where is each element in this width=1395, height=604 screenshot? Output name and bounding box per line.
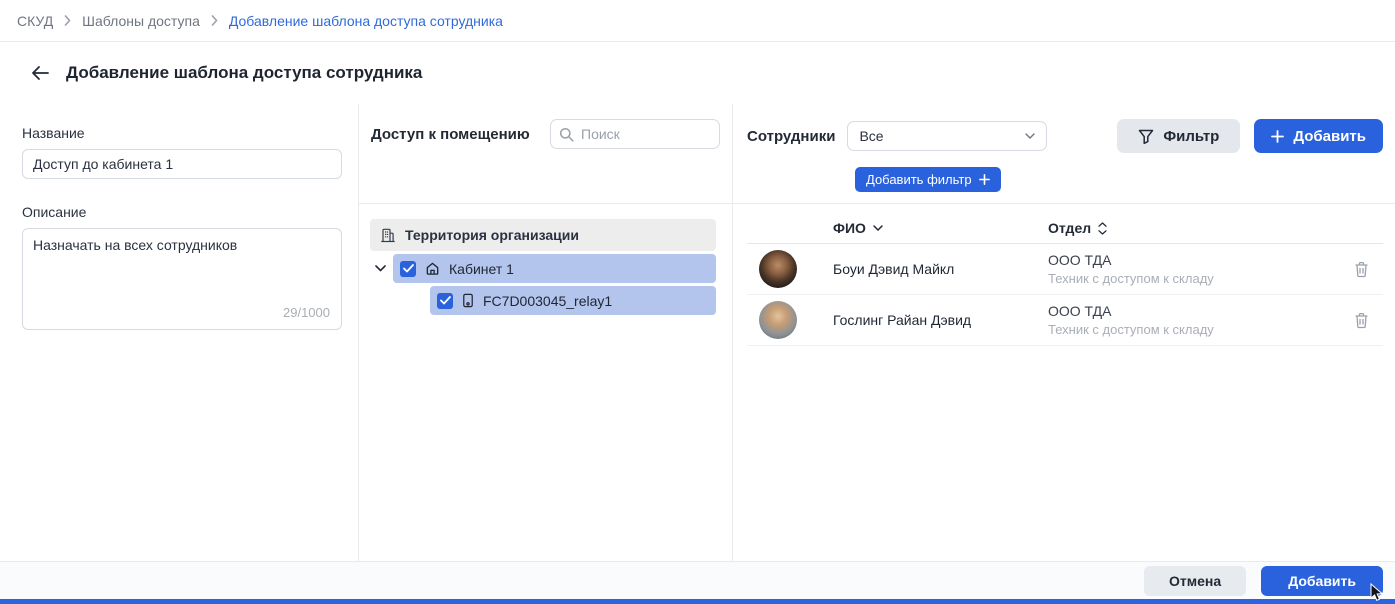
column-header-department[interactable]: Отдел [1048,220,1339,236]
room-search [550,119,720,149]
plus-icon [1271,130,1284,143]
employee-row[interactable]: Гослинг Райан Дэвид ООО ТДА Техник с дос… [747,295,1383,346]
column-header-name[interactable]: ФИО [833,220,1048,236]
avatar [759,301,797,339]
arrow-left-icon [31,65,49,81]
chevron-right-icon [211,15,218,26]
filter-button[interactable]: Фильтр [1117,119,1240,153]
employees-header: Сотрудники Все Фильтр [733,104,1395,204]
footer-actions: Отмена Добавить [0,561,1395,599]
device-icon [462,293,474,308]
search-icon [559,127,574,142]
tree-root-territory[interactable]: Территория организации [370,219,716,251]
employees-filter-select[interactable]: Все [847,121,1047,151]
room-tree: Территория организации [359,204,732,315]
add-employee-button[interactable]: Добавить [1254,119,1383,153]
tree-node-label: FC7D003045_relay1 [483,293,612,309]
filter-button-label: Фильтр [1163,128,1219,145]
employee-position: Техник с доступом к складу [1048,322,1339,337]
delete-employee-button[interactable] [1339,312,1383,329]
description-label: Описание [22,204,342,220]
breadcrumb-item-current: Добавление шаблона доступа сотрудника [229,13,503,29]
name-input[interactable] [22,149,342,179]
template-form-panel: Название Описание Назначать на всех сотр… [0,104,358,561]
home-icon [425,261,440,276]
chevron-down-icon [1025,133,1035,139]
name-label: Название [22,125,342,141]
tree-row: Кабинет 1 [370,254,716,283]
page-title: Добавление шаблона доступа сотрудника [66,63,422,83]
sort-down-icon [873,225,883,231]
breadcrumb-item-skud[interactable]: СКУД [17,13,53,29]
back-button[interactable] [29,63,51,83]
employee-name: Боуи Дэвид Майкл [833,261,1048,277]
chevron-down-icon [375,265,386,272]
employees-table: ФИО Отдел Боуи Дэвид М [733,204,1395,346]
employees-table-header: ФИО Отдел [747,213,1383,244]
room-access-header: Доступ к помещению [359,104,732,204]
employee-department: ООО ТДА Техник с доступом к складу [1048,303,1339,337]
device-checkbox[interactable] [437,293,453,309]
employee-organization: ООО ТДА [1048,303,1339,319]
employee-row[interactable]: Боуи Дэвид Майкл ООО ТДА Техник с доступ… [747,244,1383,295]
add-filter-button-label: Добавить фильтр [866,172,972,187]
chevron-right-icon [64,15,71,26]
column-department-label: Отдел [1048,220,1091,236]
breadcrumb-item-templates[interactable]: Шаблоны доступа [82,13,200,29]
trash-icon [1354,312,1369,329]
tree-row: FC7D003045_relay1 [370,286,716,315]
employees-panel: Сотрудники Все Фильтр [733,104,1395,561]
trash-icon [1354,261,1369,278]
select-value: Все [859,128,883,144]
app-window: СКУД Шаблоны доступа Добавление шаблона … [0,0,1395,604]
delete-employee-button[interactable] [1339,261,1383,278]
main-content: Название Описание Назначать на всех сотр… [0,104,1395,561]
employee-organization: ООО ТДА [1048,252,1339,268]
avatar [759,250,797,288]
cancel-button[interactable]: Отмена [1144,566,1246,596]
column-name-label: ФИО [833,220,866,236]
employee-department: ООО ТДА Техник с доступом к складу [1048,252,1339,286]
plus-icon [979,174,990,185]
page-header: Добавление шаблона доступа сотрудника [0,42,1395,104]
tree-node-room[interactable]: Кабинет 1 [393,254,716,283]
room-search-input[interactable] [550,119,720,149]
employee-name: Гослинг Райан Дэвид [833,312,1048,328]
submit-button[interactable]: Добавить [1261,566,1383,596]
description-field: Назначать на всех сотрудников 29/1000 [22,228,342,330]
add-filter-button[interactable]: Добавить фильтр [855,167,1001,192]
sort-both-icon [1098,222,1107,235]
room-access-panel: Доступ к помещению Территория организаци… [358,104,733,561]
tree-node-device[interactable]: FC7D003045_relay1 [430,286,716,315]
funnel-icon [1138,129,1154,144]
tree-collapse-toggle[interactable] [372,265,393,272]
room-checkbox[interactable] [400,261,416,277]
char-counter: 29/1000 [283,305,330,320]
tree-root-label: Территория организации [405,227,579,243]
employees-title: Сотрудники [747,128,835,145]
room-access-title: Доступ к помещению [371,126,530,143]
employee-position: Техник с доступом к складу [1048,271,1339,286]
bottom-accent-bar [0,599,1395,604]
breadcrumb: СКУД Шаблоны доступа Добавление шаблона … [0,0,1395,42]
add-employee-button-label: Добавить [1293,128,1366,145]
building-icon [380,227,396,243]
tree-node-label: Кабинет 1 [449,261,514,277]
